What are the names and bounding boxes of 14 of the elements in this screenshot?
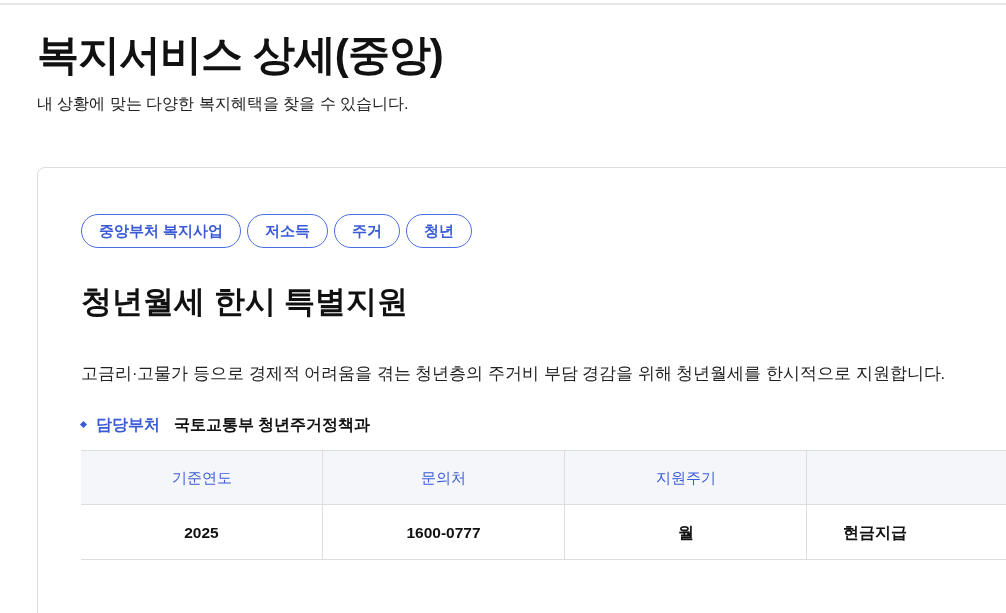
department-label: 담당부처 (96, 415, 160, 435)
table-cell-text: 현금지급 (843, 522, 907, 543)
page-title: 복지서비스 상세(중앙) (37, 30, 443, 80)
service-title: 청년월세 한시 특별지원 (81, 283, 409, 321)
column-header: 기준연도 (171, 467, 232, 488)
table-cell-text: 1600-0777 (406, 522, 481, 543)
page-subtitle: 내 상황에 맞는 다양한 복지혜택을 찾을 수 있습니다. (37, 94, 409, 114)
table-cell-text: 월 (677, 522, 694, 543)
column-header: 지원주기 (655, 467, 716, 488)
service-description: 고금리·고물가 등으로 경제적 어려움을 겪는 청년층의 주거비 부담 경감을 위해 청년월세를 한시적으로 지원합니다. (81, 363, 946, 384)
table-cell-text: 2025 (184, 522, 219, 543)
column-header: 문의처 (421, 467, 466, 488)
department-value: 국토교통부 청년주거정책과 (174, 415, 371, 435)
bullet-icon (79, 421, 88, 429)
